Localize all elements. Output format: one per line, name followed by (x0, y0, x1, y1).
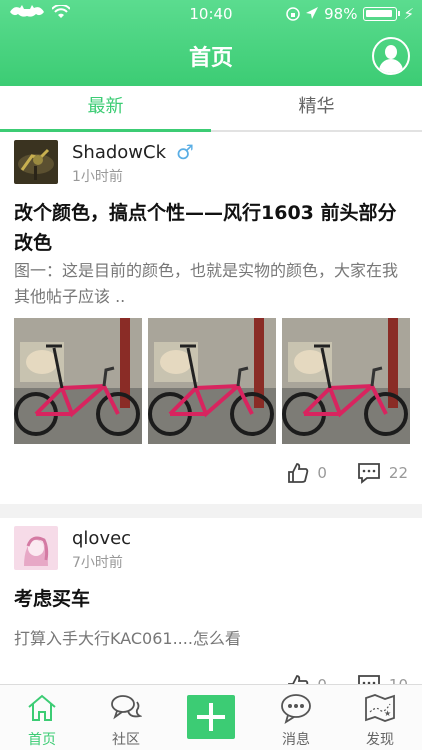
bottom-nav: 首页 社区 消息 ★ 发现 (0, 684, 422, 750)
avatar[interactable] (14, 526, 58, 570)
comment-icon (358, 463, 380, 484)
avatar[interactable] (14, 140, 58, 184)
comment-icon (358, 675, 380, 684)
post-actions: 0 22 (287, 462, 408, 484)
user-body-icon (379, 59, 403, 73)
new-post-button[interactable] (187, 695, 235, 739)
post-actions: 0 10 (287, 674, 408, 684)
status-right: 98% ⚡ (286, 5, 414, 23)
tab-latest[interactable]: 最新 (0, 86, 211, 130)
like-button[interactable]: 0 (287, 462, 327, 484)
thumbs-up-icon (288, 463, 309, 483)
profile-button[interactable] (372, 37, 410, 75)
image-gallery (14, 318, 410, 444)
post-image[interactable] (282, 318, 410, 444)
nav-discover[interactable]: ★ 发现 (338, 685, 422, 750)
app-header: 10:40 98% ⚡ 首页 (0, 0, 422, 86)
post-title[interactable]: 考虑买车 (14, 584, 408, 614)
post-title[interactable]: 改个颜色，搞点个性——风行1603 前头部分改色 (14, 198, 408, 258)
comment-button[interactable]: 22 (357, 462, 408, 484)
nav-messages[interactable]: 消息 (254, 685, 338, 750)
map-icon: ★ (365, 694, 395, 722)
gender-male-icon: ♂ (176, 140, 194, 164)
page-title: 首页 (188, 46, 233, 71)
chat-bubbles-icon (111, 695, 142, 720)
post-time: 7小时前 (72, 555, 123, 571)
orientation-lock-icon (286, 7, 300, 21)
charging-icon: ⚡ (403, 5, 414, 23)
nav-label: 发现 (366, 732, 394, 748)
like-count: 0 (317, 464, 327, 482)
home-icon (28, 694, 56, 721)
comment-count: 10 (389, 676, 408, 684)
post-feed[interactable]: ShadowCk ♂ 1小时前 改个颜色，搞点个性——风行1603 前头部分改色… (0, 132, 422, 684)
location-icon (306, 7, 319, 19)
nav-label: 首页 (28, 732, 56, 748)
nav-home[interactable]: 首页 (0, 685, 84, 750)
battery-percent: 98% (324, 5, 358, 23)
post-time: 1小时前 (72, 169, 123, 185)
thumbs-up-icon (288, 675, 309, 684)
post-card[interactable]: qlovec 7小时前 考虑买车 打算入手大行KAC061....怎么看 0 1… (0, 518, 422, 684)
tab-featured[interactable]: 精华 (211, 86, 422, 130)
comment-button[interactable]: 10 (357, 674, 408, 684)
username[interactable]: qlovec (72, 528, 131, 549)
post-excerpt[interactable]: 打算入手大行KAC061....怎么看 (14, 626, 408, 652)
post-excerpt[interactable]: 图一：这是目前的颜色，也就是实物的颜色，大家在我其他帖子应该 .. (14, 258, 408, 310)
post-image[interactable] (14, 318, 142, 444)
message-icon (281, 694, 311, 724)
comment-count: 22 (388, 464, 408, 482)
nav-label: 消息 (282, 732, 310, 748)
like-count: 0 (317, 676, 327, 684)
nav-label: 社区 (112, 732, 140, 748)
svg-text:★: ★ (384, 709, 391, 718)
nav-community[interactable]: 社区 (84, 685, 168, 750)
user-head-icon (385, 45, 397, 59)
post-card[interactable]: ShadowCk ♂ 1小时前 改个颜色，搞点个性——风行1603 前头部分改色… (0, 132, 422, 504)
battery-icon (363, 7, 401, 21)
status-bar: 10:40 98% ⚡ (0, 0, 422, 28)
post-image[interactable] (148, 318, 276, 444)
tab-bar: 最新 精华 (0, 86, 422, 132)
like-button[interactable]: 0 (287, 674, 327, 684)
username[interactable]: ShadowCk (72, 142, 166, 163)
